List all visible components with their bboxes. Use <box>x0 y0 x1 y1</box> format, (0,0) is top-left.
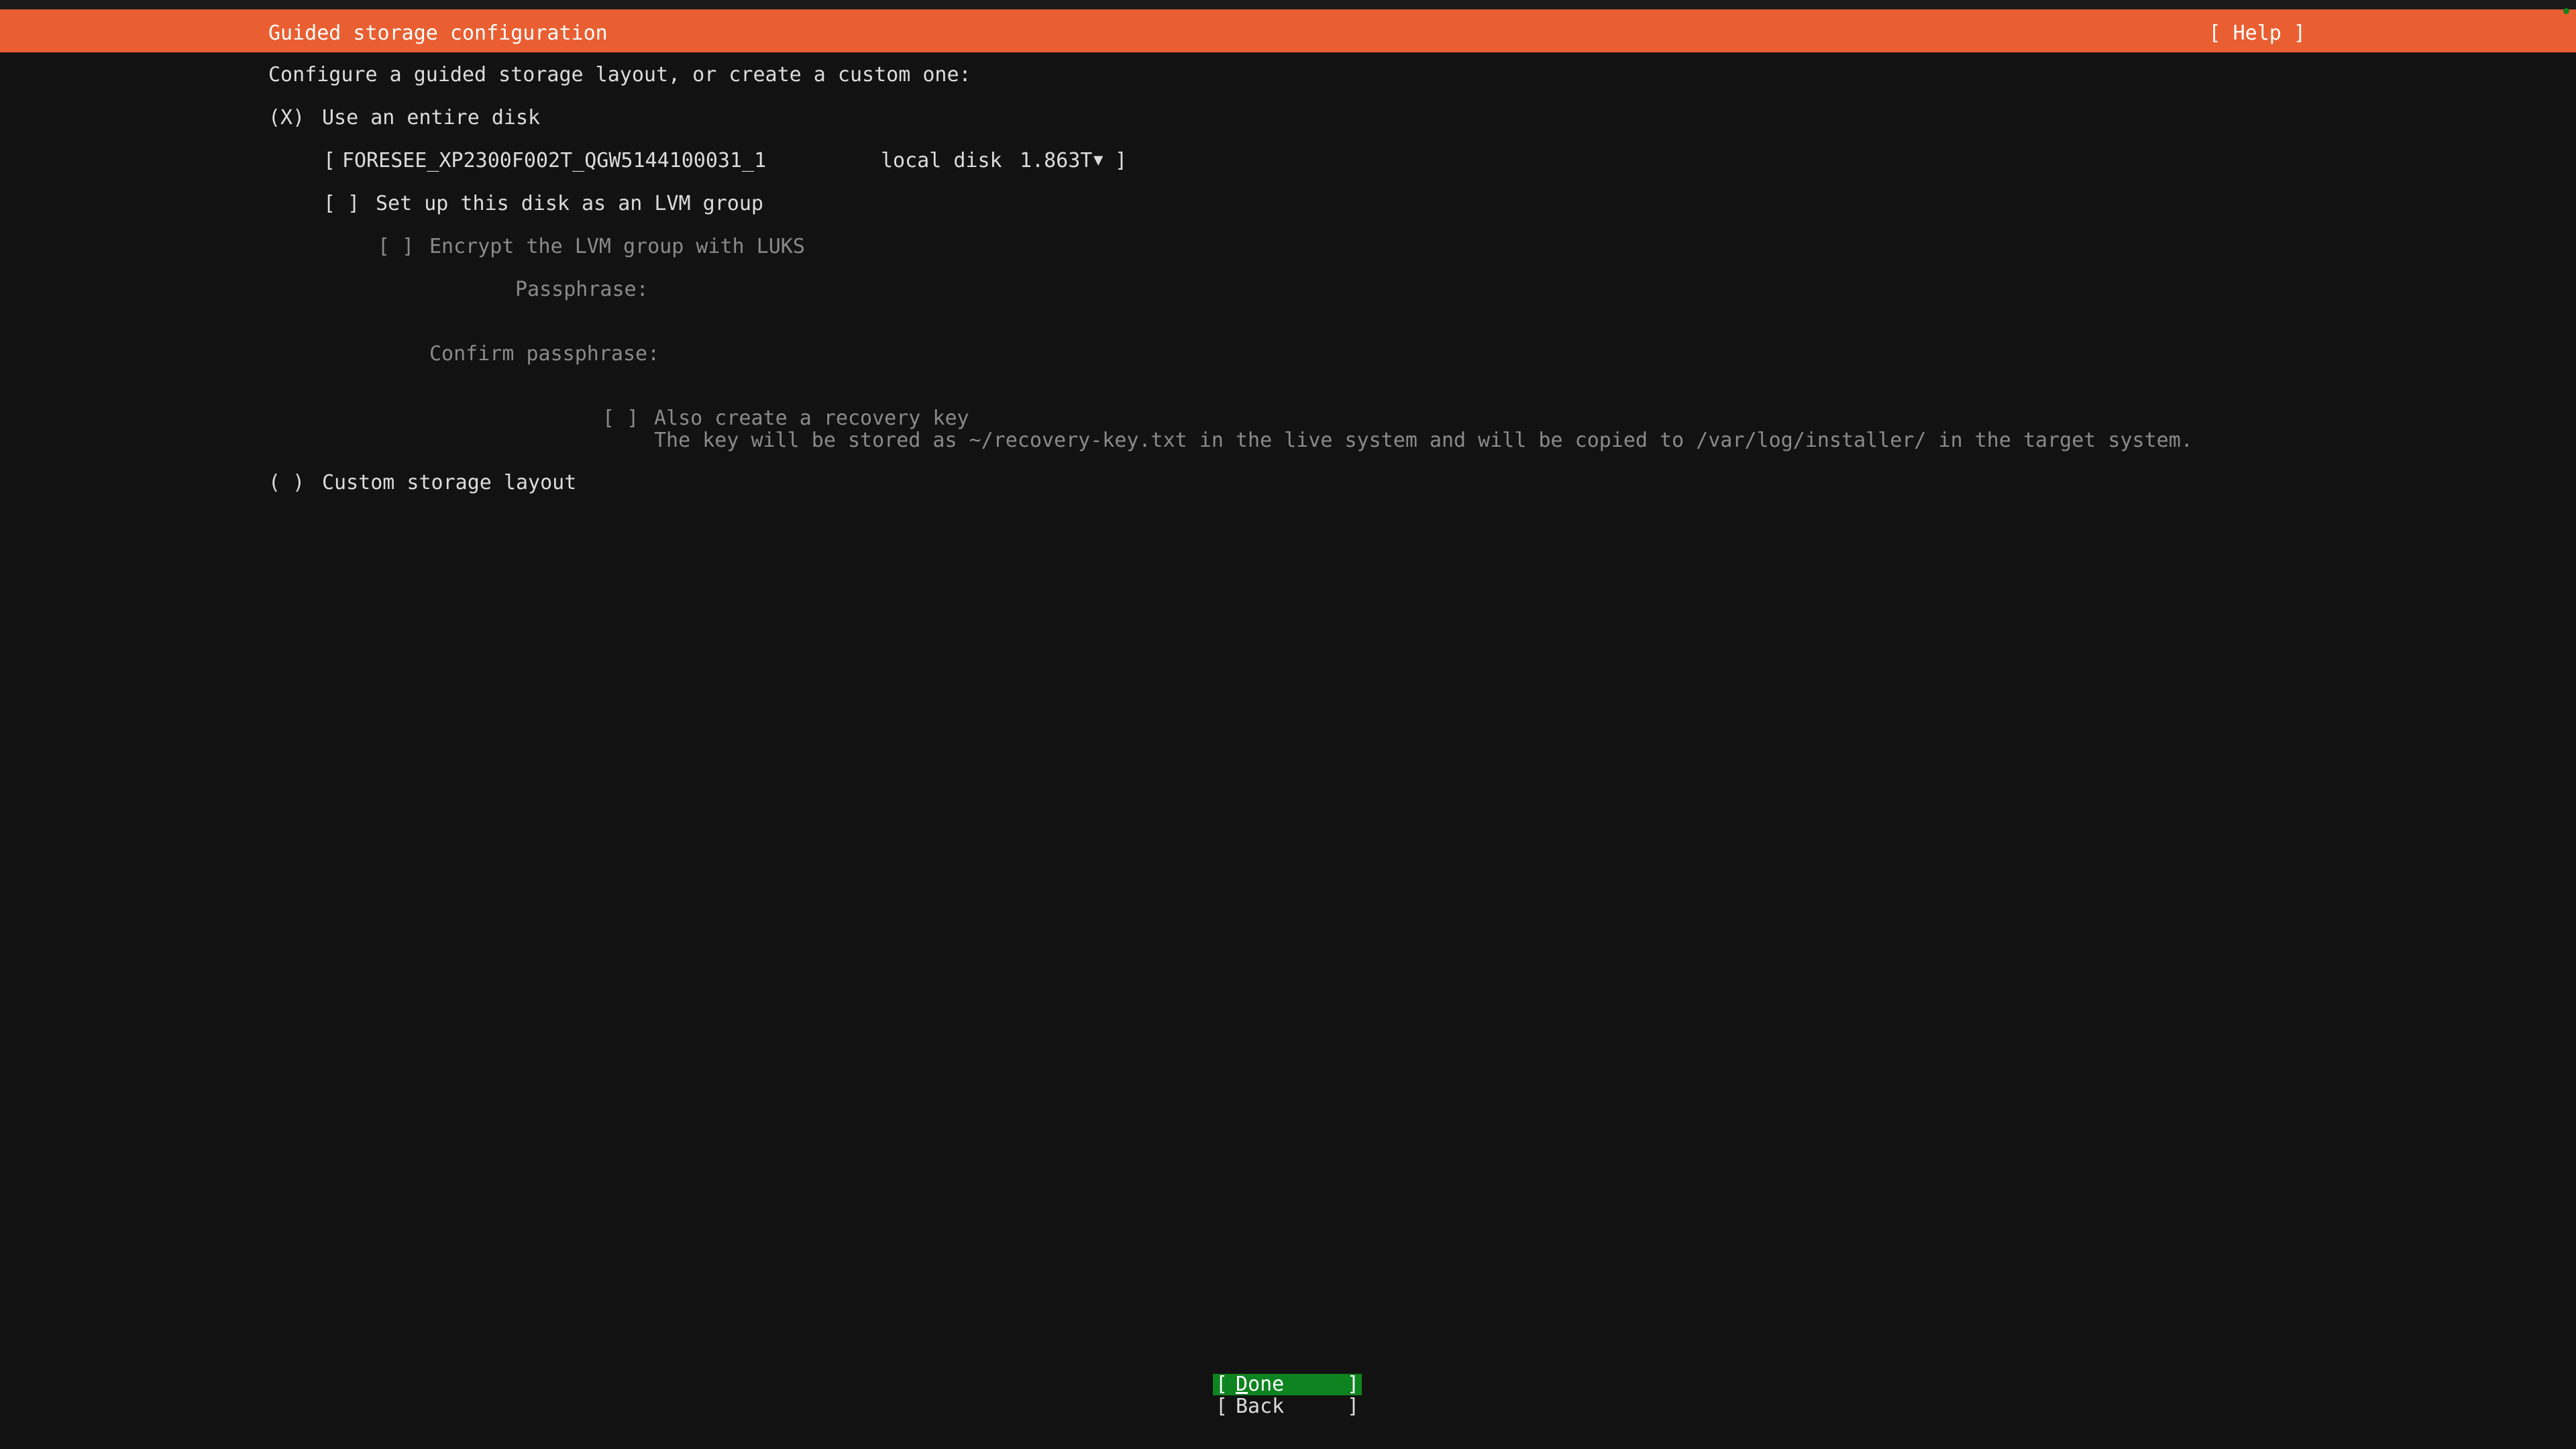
passphrase-label: Passphrase: <box>515 278 649 301</box>
custom-storage-label: Custom storage layout <box>322 471 577 494</box>
done-button[interactable]: [ Done ] <box>1213 1374 1362 1395</box>
confirm-passphrase-label: Confirm passphrase: <box>429 342 660 366</box>
confirm-passphrase-field[interactable] <box>644 343 1583 366</box>
radio-entire-disk[interactable]: (X) <box>268 107 305 129</box>
title-bar: Guided storage configuration [ Help ] <box>0 9 2576 52</box>
intro-text: Configure a guided storage layout, or cr… <box>268 63 971 87</box>
encrypt-label: Encrypt the LVM group with LUKS <box>429 235 805 258</box>
help-button[interactable]: [ Help ] <box>2209 21 2306 45</box>
lvm-label: Set up this disk as an LVM group <box>376 192 763 215</box>
back-close-bracket: ] <box>1346 1395 1359 1418</box>
back-label: Back <box>1236 1395 1285 1418</box>
encrypt-checkbox[interactable]: [ ] <box>378 235 414 258</box>
page-title: Guided storage configuration <box>268 21 608 45</box>
recovery-key-checkbox[interactable]: [ ] <box>602 407 639 430</box>
top-border <box>0 0 2576 9</box>
disk-size: 1.863T <box>1020 149 1093 172</box>
done-label-rest: one <box>1248 1373 1285 1396</box>
recovery-key-note: The key will be stored as ~/recovery-key… <box>654 429 2193 452</box>
entire-disk-label: Use an entire disk <box>322 106 541 129</box>
disk-selector-open-bracket: [ <box>323 149 336 172</box>
radio-custom-storage[interactable]: ( ) <box>268 472 305 494</box>
done-close-bracket: ] <box>1346 1373 1359 1396</box>
lvm-checkbox[interactable]: [ ] <box>323 193 360 215</box>
done-label: Done <box>1236 1374 1284 1395</box>
recovery-key-label: Also create a recovery key <box>654 407 969 430</box>
done-accelerator: D <box>1236 1373 1248 1396</box>
status-dot-icon <box>2563 8 2569 14</box>
disk-name: FORESEE_XP2300F002T_QGW5144100031_1 <box>342 149 767 172</box>
passphrase-field[interactable] <box>644 278 1583 301</box>
disk-type: local disk <box>881 149 1002 172</box>
done-open-bracket: [ <box>1216 1373 1228 1396</box>
disk-selector-close-bracket: ] <box>1115 149 1128 172</box>
chevron-down-icon[interactable]: ▼ <box>1093 148 1103 171</box>
back-button[interactable]: [ Back ] <box>1213 1396 1362 1417</box>
back-open-bracket: [ <box>1216 1395 1228 1418</box>
